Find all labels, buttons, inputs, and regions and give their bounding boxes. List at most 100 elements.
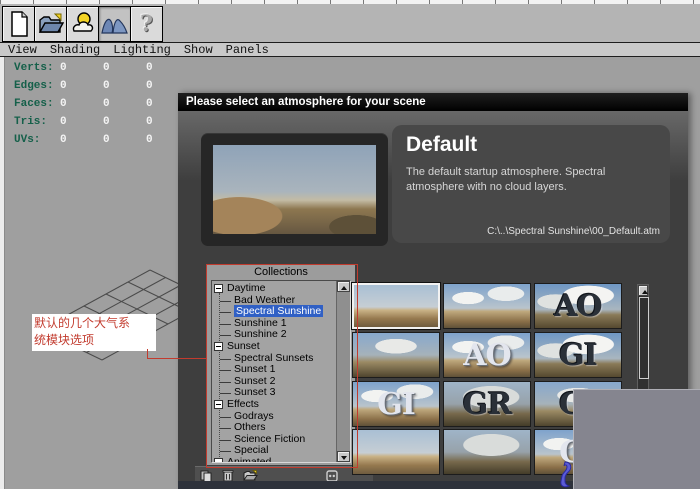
atmosphere-thumbnail[interactable]	[443, 429, 531, 475]
tree-dash-icon	[220, 312, 231, 314]
hud-label: Edges:	[14, 80, 54, 92]
new-document-button[interactable]	[2, 6, 34, 42]
hud-label: UVs:	[14, 134, 41, 146]
hud-row-faces: Faces: 0 0 0	[14, 95, 189, 113]
scroll-up-button[interactable]	[638, 285, 648, 296]
atmosphere-thumbnail[interactable]	[352, 429, 440, 475]
tree-item-spectral-sunsets[interactable]: Spectral Sunsets	[212, 352, 350, 365]
help-button[interactable]: ?	[130, 6, 163, 42]
scroll-down-button[interactable]	[337, 451, 350, 462]
catalog-icon	[326, 469, 338, 482]
thumbnail-overlay-text: GI	[559, 337, 598, 373]
thumbnail-overlay-text	[444, 430, 530, 474]
question-mark-icon: ?	[140, 11, 153, 37]
tree-item-effects[interactable]: Effects	[212, 398, 350, 411]
collapse-minus-icon[interactable]	[214, 284, 223, 293]
dialog-title: Please select an atmosphere for your sce…	[178, 93, 688, 111]
annotation-text-line1: 默认的几个大气系	[34, 316, 131, 330]
hud-value: 0	[103, 116, 110, 128]
open-folder-icon	[242, 469, 258, 482]
tree-dash-icon	[220, 358, 231, 360]
tree-dash-icon	[220, 428, 231, 430]
collapse-minus-icon[interactable]	[214, 457, 223, 462]
atmosphere-thumbnail[interactable]	[352, 332, 440, 378]
hud-value: 0	[103, 80, 110, 92]
atmosphere-thumbnail[interactable]: GI	[534, 332, 622, 378]
tree-scrollbar[interactable]	[336, 281, 350, 462]
hud-value: 0	[146, 80, 153, 92]
new-document-icon	[8, 11, 30, 37]
menu-show[interactable]: Show	[184, 43, 213, 57]
hud-row-uvs: UVs: 0 0 0	[14, 131, 189, 149]
collapse-minus-icon[interactable]	[214, 341, 223, 351]
thumbnail-overlay-text: GI	[377, 386, 416, 422]
hud-value: 0	[103, 62, 110, 74]
collections-tree: Daytime Bad Weather Spectral Sunshine Su…	[211, 280, 351, 463]
atmosphere-button[interactable]	[66, 6, 98, 42]
application-window: ? View Shading Lighting Show Panels Vert…	[0, 0, 700, 489]
hud-value: 0	[60, 116, 67, 128]
hud-value: 0	[60, 80, 67, 92]
atmosphere-thumbnail[interactable]	[351, 282, 441, 330]
tree-item-godrays[interactable]: Godrays	[212, 409, 350, 423]
tree-dash-icon	[220, 381, 231, 383]
toolbar-button-group: ?	[2, 6, 163, 42]
atmosphere-preview-frame	[201, 133, 388, 246]
hud-row-edges: Edges: 0 0 0	[14, 77, 189, 95]
app-logo-button[interactable]	[98, 6, 130, 42]
hud-label: Verts:	[14, 62, 54, 74]
tree-dash-icon	[220, 323, 231, 325]
thumbnail-overlay-text	[354, 285, 438, 327]
tree-item-sunset-1[interactable]: Sunset 1	[212, 363, 350, 376]
collapse-minus-icon[interactable]	[214, 399, 223, 409]
menu-panels[interactable]: Panels	[226, 43, 269, 57]
arrow-up-icon	[341, 286, 347, 290]
menu-view[interactable]: View	[8, 43, 37, 57]
hud-value: 0	[60, 98, 67, 110]
annotation-text-line2: 统模块选项	[34, 333, 95, 347]
annotation-note: 默认的几个大气系 统模块选项	[32, 314, 156, 351]
atmosphere-thumbnail[interactable]: AO	[534, 283, 622, 329]
annotation-connector-horizontal	[147, 358, 207, 359]
tree-label: Sunshine 1	[234, 316, 287, 329]
hud-value: 0	[103, 98, 110, 110]
hud-label: Faces:	[14, 98, 54, 110]
atmosphere-thumbnail[interactable]	[443, 283, 531, 329]
atmosphere-name: Default	[406, 133, 478, 156]
hud-row-verts: Verts: 0 0 0	[14, 59, 189, 77]
tree-label: Sunshine 2	[234, 328, 287, 341]
atmosphere-thumbnail[interactable]: GI	[352, 381, 440, 427]
scrollbar-thumb[interactable]	[639, 297, 649, 379]
tree-label: Godrays	[234, 409, 274, 422]
thumbnail-overlay-text	[353, 333, 439, 377]
tree-label: Sunset 2	[234, 374, 276, 387]
atmosphere-thumbnail[interactable]: GR	[443, 381, 531, 427]
arrow-down-icon	[341, 456, 347, 460]
tree-dash-icon	[220, 370, 231, 372]
tree-label: Daytime	[227, 282, 266, 294]
sun-cloud-icon	[70, 11, 96, 37]
tree-label: Science Fiction	[234, 432, 306, 445]
hud-label: Tris:	[14, 116, 48, 128]
collections-panel: Collections Daytime Bad Weather Spectral…	[207, 264, 355, 465]
thumbnail-overlay-text: AO	[554, 288, 602, 324]
tree-item-science-fiction[interactable]: Science Fiction	[212, 432, 350, 446]
tree-label: Others	[234, 421, 266, 434]
thumbnail-overlay-text: AO	[463, 337, 511, 373]
tree-dash-icon	[220, 416, 231, 418]
thumbnail-overlay-text	[353, 430, 439, 474]
tree-label: Sunset	[227, 339, 260, 352]
blue-mountains-icon	[101, 12, 128, 36]
menu-shading[interactable]: Shading	[50, 43, 100, 57]
tree-item-sunset-2[interactable]: Sunset 2	[212, 374, 350, 388]
atmosphere-thumbnail[interactable]: AO	[443, 332, 531, 378]
tree-label: Special	[234, 444, 269, 457]
main-toolbar: ?	[0, 4, 700, 43]
tree-item-animated[interactable]: Animated	[212, 456, 350, 462]
scroll-up-button[interactable]	[337, 281, 350, 292]
menu-lighting[interactable]: Lighting	[113, 43, 171, 57]
viewport-left-edge	[0, 57, 5, 489]
open-file-button[interactable]	[34, 6, 66, 42]
tree-dash-icon	[220, 300, 231, 302]
open-folder-icon	[38, 12, 64, 36]
